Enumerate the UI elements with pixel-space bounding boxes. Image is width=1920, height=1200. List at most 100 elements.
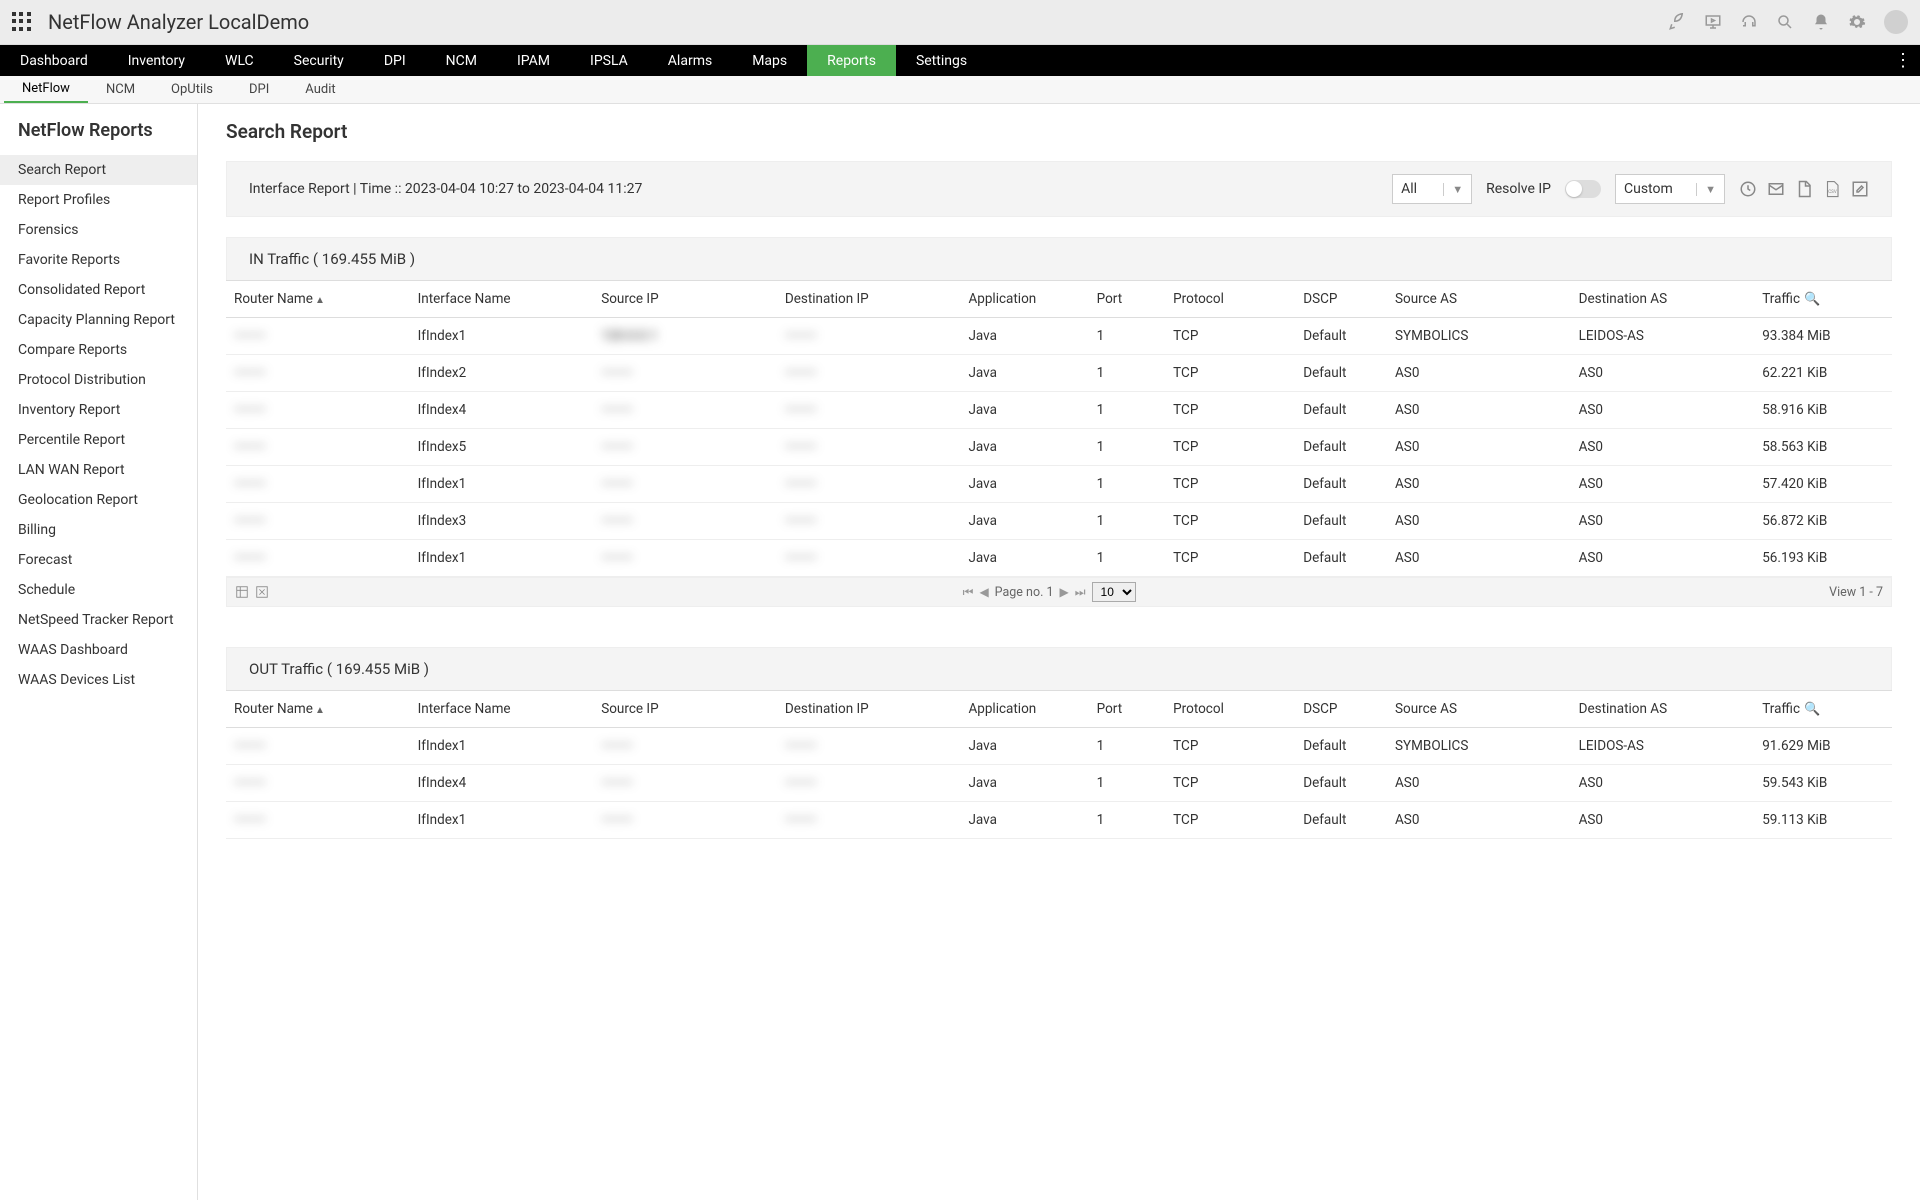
bell-icon[interactable] [1812, 13, 1830, 31]
rocket-icon[interactable] [1668, 13, 1686, 31]
subnav-dpi[interactable]: DPI [231, 76, 287, 103]
nav-reports[interactable]: Reports [807, 45, 896, 76]
table-row[interactable]: ———IfIndex1——————Java1TCPDefaultAS0AS057… [226, 466, 1892, 503]
page-prev-icon[interactable]: ◀ [979, 585, 988, 599]
sidebar-item-protocol-distribution[interactable]: Protocol Distribution [0, 365, 197, 395]
sidebar-item-capacity-planning[interactable]: Capacity Planning Report [0, 305, 197, 335]
filter-all-value: All [1401, 181, 1417, 197]
subnav-oputils[interactable]: OpUtils [153, 76, 231, 103]
page-last-icon[interactable]: ⏭ [1075, 585, 1086, 600]
sidebar-item-consolidated-report[interactable]: Consolidated Report [0, 275, 197, 305]
resolve-ip-toggle[interactable] [1565, 180, 1601, 198]
col-destination-ip[interactable]: Destination IP [777, 281, 961, 318]
pdf-icon[interactable] [1795, 180, 1813, 198]
sidebar-item-waas-dashboard[interactable]: WAAS Dashboard [0, 635, 197, 665]
page-first-icon[interactable]: ⏮ [963, 585, 974, 600]
sidebar-item-schedule[interactable]: Schedule [0, 575, 197, 605]
col-destination-as[interactable]: Destination AS [1571, 281, 1755, 318]
nav-inventory[interactable]: Inventory [108, 45, 205, 76]
column-search-icon[interactable]: 🔍 [1804, 292, 1820, 307]
col-protocol[interactable]: Protocol [1165, 281, 1295, 318]
nav-more-icon[interactable]: ⋮ [1894, 45, 1912, 76]
table-row[interactable]: ———IfIndex5——————Java1TCPDefaultAS0AS058… [226, 429, 1892, 466]
col-source-ip[interactable]: Source IP [593, 691, 777, 728]
time-range-select[interactable]: Custom ▼ [1615, 174, 1725, 204]
headset-icon[interactable] [1740, 13, 1758, 31]
apps-grid-icon[interactable] [12, 12, 32, 32]
export-table-icon[interactable] [235, 585, 249, 599]
table-row[interactable]: ———IfIndex1120.0.0.1———Java1TCPDefaultSY… [226, 318, 1892, 355]
sidebar-item-forensics[interactable]: Forensics [0, 215, 197, 245]
sidebar-item-inventory-report[interactable]: Inventory Report [0, 395, 197, 425]
col-destination-as[interactable]: Destination AS [1571, 691, 1755, 728]
cell-iface: IfIndex1 [410, 318, 594, 355]
edit-icon[interactable] [1851, 180, 1869, 198]
cell-sas: AS0 [1387, 392, 1571, 429]
col-dscp[interactable]: DSCP [1295, 281, 1387, 318]
nav-ipam[interactable]: IPAM [497, 45, 570, 76]
gear-icon[interactable] [1848, 13, 1866, 31]
cell-proto: TCP [1165, 503, 1295, 540]
export-xls-icon[interactable] [255, 585, 269, 599]
col-interface-name[interactable]: Interface Name [410, 691, 594, 728]
col-application[interactable]: Application [960, 281, 1088, 318]
table-row[interactable]: ———IfIndex1——————Java1TCPDefaultSYMBOLIC… [226, 728, 1892, 765]
col-interface-name[interactable]: Interface Name [410, 281, 594, 318]
col-destination-ip[interactable]: Destination IP [777, 691, 961, 728]
table-row[interactable]: ———IfIndex4——————Java1TCPDefaultAS0AS059… [226, 765, 1892, 802]
subnav-audit[interactable]: Audit [287, 76, 353, 103]
table-row[interactable]: ———IfIndex4——————Java1TCPDefaultAS0AS058… [226, 392, 1892, 429]
presentation-icon[interactable] [1704, 13, 1722, 31]
sidebar-item-billing[interactable]: Billing [0, 515, 197, 545]
col-router-name[interactable]: Router Name▲ [226, 281, 410, 318]
nav-dpi[interactable]: DPI [364, 45, 426, 76]
sidebar-item-lan-wan-report[interactable]: LAN WAN Report [0, 455, 197, 485]
filter-all-select[interactable]: All ▼ [1392, 174, 1472, 204]
sidebar-item-report-profiles[interactable]: Report Profiles [0, 185, 197, 215]
sidebar-item-geolocation-report[interactable]: Geolocation Report [0, 485, 197, 515]
col-traffic[interactable]: Traffic🔍 [1754, 691, 1892, 728]
col-source-ip[interactable]: Source IP [593, 281, 777, 318]
table-row[interactable]: ———IfIndex1——————Java1TCPDefaultAS0AS056… [226, 540, 1892, 577]
nav-settings[interactable]: Settings [896, 45, 987, 76]
sidebar-item-compare-reports[interactable]: Compare Reports [0, 335, 197, 365]
user-avatar[interactable] [1884, 10, 1908, 34]
subnav-ncm[interactable]: NCM [88, 76, 153, 103]
sidebar-item-forecast[interactable]: Forecast [0, 545, 197, 575]
page-next-icon[interactable]: ▶ [1060, 585, 1069, 599]
column-search-icon[interactable]: 🔍 [1804, 702, 1820, 717]
sidebar-item-favorite-reports[interactable]: Favorite Reports [0, 245, 197, 275]
cell-router: ——— [226, 503, 410, 540]
mail-icon[interactable] [1767, 180, 1785, 198]
nav-ncm[interactable]: NCM [426, 45, 497, 76]
col-traffic[interactable]: Traffic🔍 [1754, 281, 1892, 318]
nav-dashboard[interactable]: Dashboard [0, 45, 108, 76]
sidebar-item-waas-devices[interactable]: WAAS Devices List [0, 665, 197, 695]
nav-maps[interactable]: Maps [732, 45, 807, 76]
sidebar-item-netspeed-tracker[interactable]: NetSpeed Tracker Report [0, 605, 197, 635]
col-port[interactable]: Port [1089, 691, 1166, 728]
col-source-as[interactable]: Source AS [1387, 281, 1571, 318]
col-source-as[interactable]: Source AS [1387, 691, 1571, 728]
col-router-name[interactable]: Router Name▲ [226, 691, 410, 728]
col-application[interactable]: Application [960, 691, 1088, 728]
search-icon[interactable] [1776, 13, 1794, 31]
sidebar-item-search-report[interactable]: Search Report [0, 155, 197, 185]
table-row[interactable]: ———IfIndex1——————Java1TCPDefaultAS0AS059… [226, 802, 1892, 839]
cell-sas: AS0 [1387, 540, 1571, 577]
col-port[interactable]: Port [1089, 281, 1166, 318]
sidebar-item-percentile-report[interactable]: Percentile Report [0, 425, 197, 455]
nav-alarms[interactable]: Alarms [648, 45, 732, 76]
col-protocol[interactable]: Protocol [1165, 691, 1295, 728]
csv-icon[interactable]: CSV [1823, 180, 1841, 198]
table-row[interactable]: ———IfIndex2——————Java1TCPDefaultAS0AS062… [226, 355, 1892, 392]
subnav-netflow[interactable]: NetFlow [4, 76, 88, 103]
table-row[interactable]: ———IfIndex3——————Java1TCPDefaultAS0AS056… [226, 503, 1892, 540]
cell-dip: ——— [777, 765, 961, 802]
nav-security[interactable]: Security [274, 45, 364, 76]
col-dscp[interactable]: DSCP [1295, 691, 1387, 728]
nav-ipsla[interactable]: IPSLA [570, 45, 648, 76]
nav-wlc[interactable]: WLC [205, 45, 274, 76]
page-size-select[interactable]: 10 [1092, 582, 1136, 602]
schedule-icon[interactable] [1739, 180, 1757, 198]
